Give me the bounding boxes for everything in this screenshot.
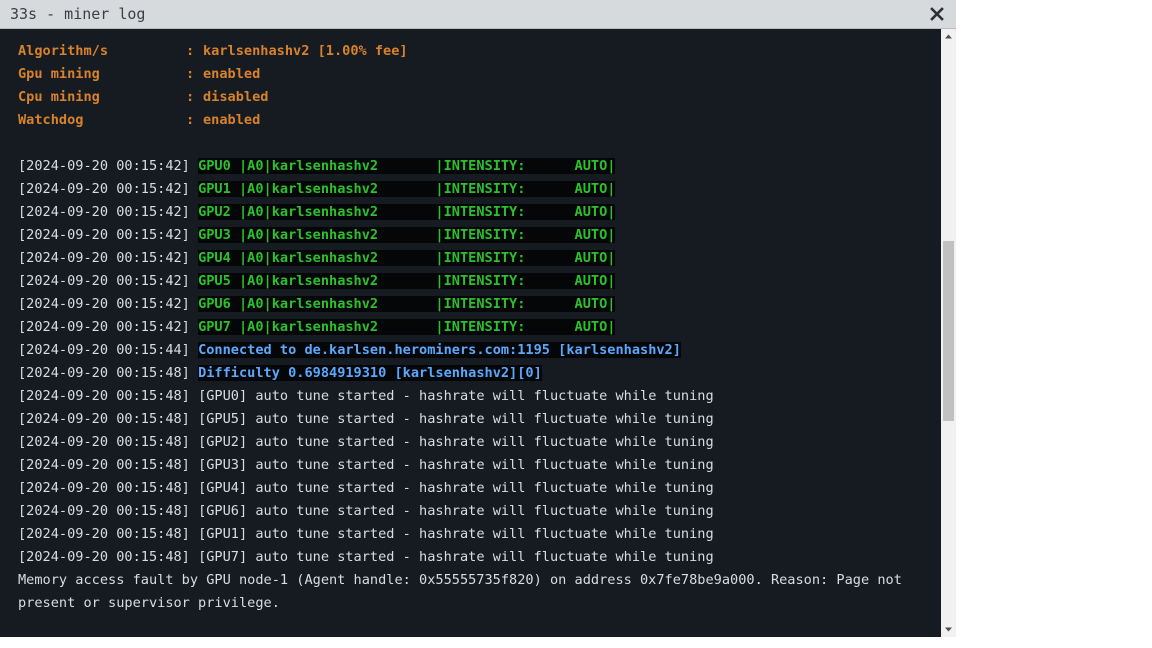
config-key: Watchdog (18, 112, 84, 128)
gpu-status: GPU3 |A0|karlsenhashv2 |INTENSITY: AUTO| (198, 227, 616, 243)
config-value: enabled (203, 112, 261, 128)
vertical-scrollbar[interactable] (941, 29, 956, 637)
tune-message: [GPU2] auto tune started - hashrate will… (198, 434, 714, 450)
config-row: Gpu mining: enabled (18, 63, 928, 86)
log-line: [2024-09-20 00:15:42] GPU3 |A0|karlsenha… (18, 224, 928, 247)
connection-status: Connected to de.karlsen.herominers.com:1… (198, 342, 681, 358)
timestamp: [2024-09-20 00:15:42] (18, 227, 190, 243)
config-key: Cpu mining (18, 89, 100, 105)
timestamp: [2024-09-20 00:15:42] (18, 158, 190, 174)
log-line: [2024-09-20 00:15:48] [GPU0] auto tune s… (18, 385, 928, 408)
config-key: Gpu mining (18, 66, 100, 82)
config-value: karlsenhashv2 [1.00% fee] (203, 43, 408, 59)
timestamp: [2024-09-20 00:15:42] (18, 181, 190, 197)
config-row: Cpu mining: disabled (18, 86, 928, 109)
log-line: [2024-09-20 00:15:42] GPU1 |A0|karlsenha… (18, 178, 928, 201)
tune-message: [GPU6] auto tune started - hashrate will… (198, 503, 714, 519)
config-row: Watchdog: enabled (18, 109, 928, 132)
timestamp: [2024-09-20 00:15:44] (18, 342, 190, 358)
log-line: [2024-09-20 00:15:48] [GPU7] auto tune s… (18, 546, 928, 569)
config-value: disabled (203, 89, 269, 105)
window-title: 33s - miner log (10, 5, 146, 23)
log-line: [2024-09-20 00:15:48] [GPU5] auto tune s… (18, 408, 928, 431)
close-button[interactable] (928, 5, 946, 23)
tune-message: [GPU5] auto tune started - hashrate will… (198, 411, 714, 427)
config-sep: : (186, 43, 195, 59)
gpu-status: GPU5 |A0|karlsenhashv2 |INTENSITY: AUTO| (198, 273, 616, 289)
config-sep: : (186, 112, 195, 128)
log-line: [2024-09-20 00:15:44] Connected to de.ka… (18, 339, 928, 362)
log-line: [2024-09-20 00:15:48] [GPU1] auto tune s… (18, 523, 928, 546)
timestamp: [2024-09-20 00:15:48] (18, 503, 190, 519)
title-bar: 33s - miner log (0, 0, 956, 29)
timestamp: [2024-09-20 00:15:48] (18, 365, 190, 381)
gpu-status: GPU7 |A0|karlsenhashv2 |INTENSITY: AUTO| (198, 319, 616, 335)
gpu-status: GPU2 |A0|karlsenhashv2 |INTENSITY: AUTO| (198, 204, 616, 220)
timestamp: [2024-09-20 00:15:42] (18, 296, 190, 312)
scrollbar-thumb[interactable] (943, 241, 954, 421)
log-line: [2024-09-20 00:15:48] [GPU2] auto tune s… (18, 431, 928, 454)
gpu-status: GPU1 |A0|karlsenhashv2 |INTENSITY: AUTO| (198, 181, 616, 197)
gpu-status: GPU6 |A0|karlsenhashv2 |INTENSITY: AUTO| (198, 296, 616, 312)
log-line: [2024-09-20 00:15:42] GPU6 |A0|karlsenha… (18, 293, 928, 316)
config-sep: : (186, 89, 195, 105)
log-line: [2024-09-20 00:15:48] [GPU3] auto tune s… (18, 454, 928, 477)
config-key: Algorithm/s (18, 43, 109, 59)
scroll-up-button[interactable] (941, 29, 956, 44)
config-value: enabled (203, 66, 261, 82)
timestamp: [2024-09-20 00:15:48] (18, 526, 190, 542)
timestamp: [2024-09-20 00:15:42] (18, 319, 190, 335)
config-row: Algorithm/s: karlsenhashv2 [1.00% fee] (18, 40, 928, 63)
timestamp: [2024-09-20 00:15:48] (18, 388, 190, 404)
miner-log-window: 33s - miner log Algorithm/s: karlsenhashv… (0, 0, 956, 637)
scroll-down-arrow-icon (945, 627, 952, 632)
config-sep: : (186, 66, 195, 82)
tune-message: [GPU0] auto tune started - hashrate will… (198, 388, 714, 404)
log-line: [2024-09-20 00:15:42] GPU0 |A0|karlsenha… (18, 155, 928, 178)
log-line: [2024-09-20 00:15:48] [GPU6] auto tune s… (18, 500, 928, 523)
timestamp: [2024-09-20 00:15:48] (18, 480, 190, 496)
timestamp: [2024-09-20 00:15:42] (18, 273, 190, 289)
tune-message: [GPU7] auto tune started - hashrate will… (198, 549, 714, 565)
tune-message: [GPU3] auto tune started - hashrate will… (198, 457, 714, 473)
gpu-status: GPU4 |A0|karlsenhashv2 |INTENSITY: AUTO| (198, 250, 616, 266)
scroll-up-arrow-icon (945, 34, 952, 39)
gpu-status: GPU0 |A0|karlsenhashv2 |INTENSITY: AUTO| (198, 158, 616, 174)
timestamp: [2024-09-20 00:15:42] (18, 204, 190, 220)
timestamp: [2024-09-20 00:15:48] (18, 411, 190, 427)
timestamp: [2024-09-20 00:15:48] (18, 434, 190, 450)
tune-message: [GPU1] auto tune started - hashrate will… (198, 526, 714, 542)
timestamp: [2024-09-20 00:15:48] (18, 549, 190, 565)
difficulty-status: Difficulty 0.6984919310 [karlsenhashv2][… (198, 365, 542, 381)
log-line: [2024-09-20 00:15:42] GPU7 |A0|karlsenha… (18, 316, 928, 339)
timestamp: [2024-09-20 00:15:42] (18, 250, 190, 266)
close-icon (930, 7, 944, 21)
fault-message: Memory access fault by GPU node-1 (Agent… (18, 572, 902, 611)
log-line: [2024-09-20 00:15:48] [GPU4] auto tune s… (18, 477, 928, 500)
timestamp: [2024-09-20 00:15:48] (18, 457, 190, 473)
log-output: Algorithm/s: karlsenhashv2 [1.00% fee] Gp… (18, 40, 928, 637)
log-line: [2024-09-20 00:15:48] Difficulty 0.69849… (18, 362, 928, 385)
tune-message: [GPU4] auto tune started - hashrate will… (198, 480, 714, 496)
log-line: [2024-09-20 00:15:42] GPU5 |A0|karlsenha… (18, 270, 928, 293)
scroll-down-button[interactable] (941, 622, 956, 637)
log-line: [2024-09-20 00:15:42] GPU2 |A0|karlsenha… (18, 201, 928, 224)
log-line: [2024-09-20 00:15:42] GPU4 |A0|karlsenha… (18, 247, 928, 270)
